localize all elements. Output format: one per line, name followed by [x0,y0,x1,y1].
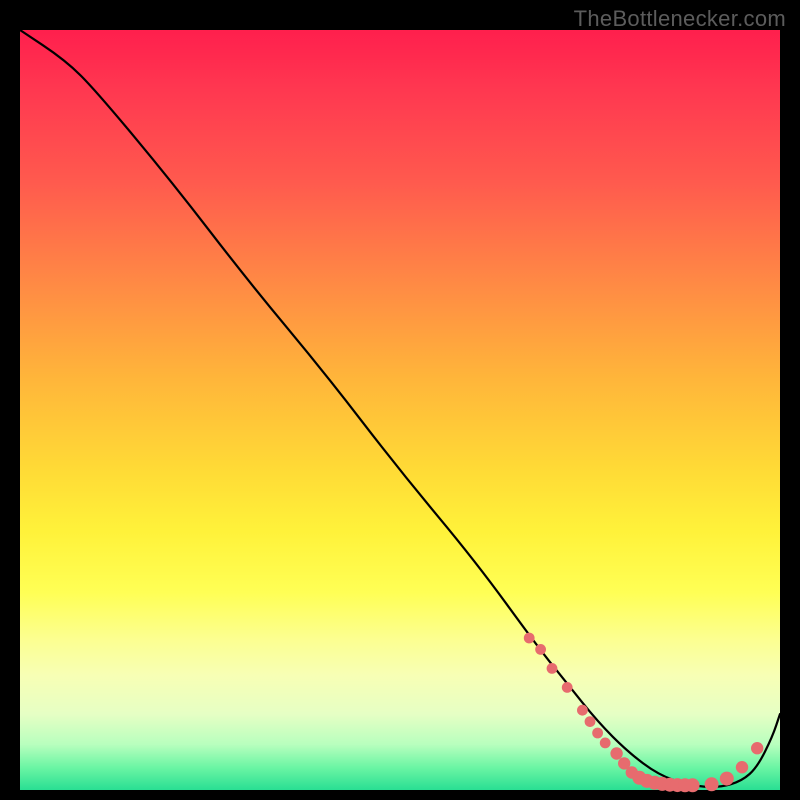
chart-marker-dot [600,738,611,749]
chart-marker-dot [547,663,558,674]
chart-overlay [20,30,780,790]
chart-marker-dot [585,716,596,727]
viewport: TheBottlenecker.com [0,0,800,800]
chart-markers [524,633,764,793]
chart-marker-dot [524,633,535,644]
chart-marker-dot [736,761,748,773]
watermark-text: TheBottlenecker.com [574,6,786,32]
chart-marker-dot [686,778,700,792]
chart-curve [20,30,780,787]
chart-marker-dot [705,777,719,791]
chart-marker-dot [751,742,763,754]
chart-marker-dot [720,772,734,786]
chart-marker-dot [562,682,573,693]
chart-area [20,30,780,790]
chart-marker-dot [577,705,588,716]
chart-marker-dot [610,747,622,759]
chart-marker-dot [535,644,546,655]
chart-marker-dot [592,728,603,739]
